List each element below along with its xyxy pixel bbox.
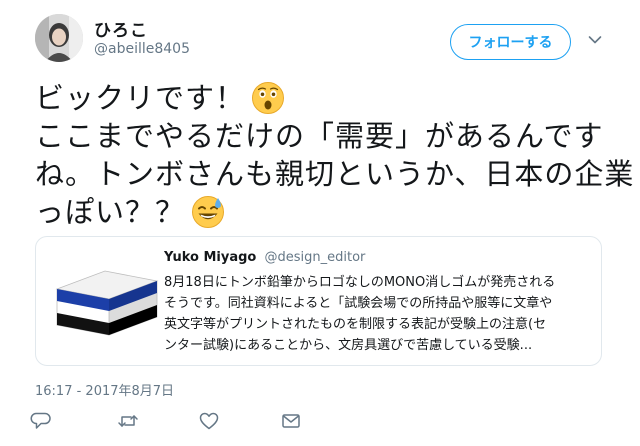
- quoted-tweet-card[interactable]: Yuko Miyago @design_editor 8月18日にトンボ鉛筆から…: [35, 236, 602, 366]
- direct-message-button[interactable]: [280, 410, 302, 432]
- follow-button[interactable]: フォローする: [450, 24, 571, 60]
- tweet-card: ひろこ @abeille8405 フォローする ビックリです！ ここまでやるだけ…: [0, 0, 640, 446]
- tweet-line-text: ビックリです！: [35, 81, 246, 115]
- astonished-face-icon: [252, 82, 285, 114]
- tweet-line: ここまでやるだけの「需要」があるんです: [35, 117, 610, 155]
- reply-button[interactable]: [30, 410, 52, 432]
- avatar[interactable]: [35, 14, 83, 62]
- quoted-text-line: そうです。同社資料によると「試験会場での所持品や服等に文章や: [164, 296, 553, 311]
- tweet-text: ビックリです！ ここまでやるだけの「需要」があるんです ね。トンボさんも親切とい…: [35, 79, 633, 231]
- quoted-text-line: 8月18日にトンボ鉛筆からロゴなしのMONO消しゴムが発売される: [164, 275, 556, 290]
- quoted-tweet-text: 8月18日にトンボ鉛筆からロゴなしのMONO消しゴムが発売される そうです。同社…: [164, 272, 594, 356]
- user-handle[interactable]: @abeille8405: [94, 41, 190, 57]
- tweet-line: ビックリです！: [35, 79, 610, 117]
- quoted-tweet-author: Yuko Miyago @design_editor: [164, 250, 365, 265]
- like-button[interactable]: [198, 410, 220, 432]
- tweet-line: ね。トンボさんも親切というか、日本の企業: [35, 155, 633, 193]
- like-icon: [199, 412, 219, 430]
- reply-icon: [30, 412, 51, 429]
- timestamp[interactable]: 16:17 - 2017年8月7日: [35, 380, 174, 399]
- direct-message-icon: [282, 414, 300, 428]
- quoted-author-name: Yuko Miyago: [164, 250, 257, 265]
- tweet-line: っぽい？？: [35, 193, 610, 231]
- quoted-text-line: 英文字等がプリントされたものを制限する表記が受験上の注意(セ: [164, 317, 547, 332]
- tweet-line-text: ね。トンボさんも親切というか、日本の企業: [35, 157, 635, 191]
- tweet-line-text: ここまでやるだけの「需要」があるんです: [35, 119, 604, 153]
- quoted-author-handle: @design_editor: [264, 250, 366, 265]
- quoted-text-line: ンター試験)にあることから、文房具選びで苦慮している受験...: [164, 338, 533, 353]
- tweet-line-text: っぽい？？: [35, 195, 186, 229]
- chevron-down-icon[interactable]: [588, 35, 602, 45]
- eraser-image: [55, 270, 159, 336]
- display-name[interactable]: ひろこ: [94, 16, 148, 41]
- grinning-face-with-sweat-icon: [192, 196, 225, 228]
- retweet-icon: [118, 415, 138, 427]
- retweet-button[interactable]: [117, 410, 139, 432]
